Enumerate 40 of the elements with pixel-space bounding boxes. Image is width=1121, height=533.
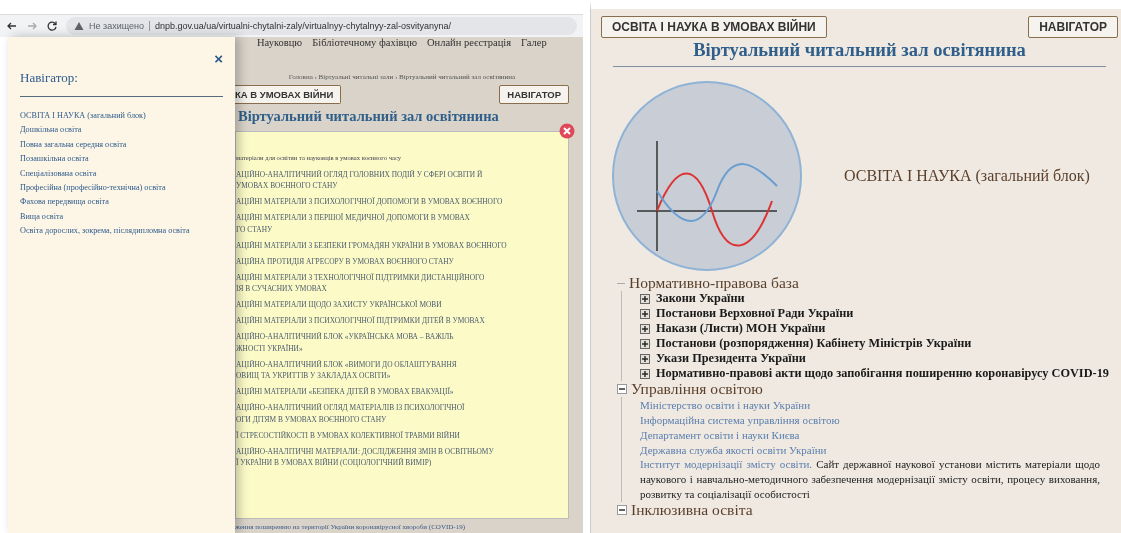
drawer-title: Навігатор:	[20, 70, 223, 97]
tree-group-label[interactable]: Управління освітою	[631, 380, 763, 398]
tree-item-label[interactable]: Постанови (розпорядження) Кабінету Міністрів України	[656, 336, 972, 351]
url-text: dnpb.gov.ua/ua/virtualni-chytalni-zaly/virtualnyy-chytalnyy-zal-osvityanyna/	[154, 21, 451, 31]
navigator-link[interactable]: Вища освіта	[20, 211, 223, 221]
navigator-button[interactable]: НАВІГАТОР	[1028, 16, 1118, 38]
navigator-link[interactable]: Спеціалізована освіта	[20, 168, 223, 178]
address-bar[interactable]: Не захищено dnpb.gov.ua/ua/virtualni-chytalni-zaly/virtualnyy-chytalnyy-zal-osvityanyna/	[66, 17, 577, 35]
menu-link[interactable]: Науковцю	[257, 37, 303, 51]
war-section-button[interactable]: ОСВІТА І НАУКА В УМОВАХ ВІЙНИ	[601, 16, 827, 38]
navigator-button[interactable]: НАВІГАТОР	[499, 85, 569, 104]
link-description: Інститут модернізації змісту освіти. Сайт державної наукової установи містить матеріали щодо наукового і навчально-методичного забезпечення модернізації змісту освіти, процесу виховання, розвитку та соціалізації особистості	[640, 457, 1101, 502]
section-heading: ОСВІТА І НАУКА (загальний блок)	[844, 167, 1090, 185]
tree-item-label[interactable]: Укази Президента України	[656, 351, 806, 366]
resource-link[interactable]: Департамент освіти і науки Києва	[640, 428, 800, 441]
tree-item-label[interactable]: Нормативно-правові акти щодо запобігання поширенню коронавірусу COVID-19	[656, 366, 1109, 381]
tree-item-label[interactable]: Закони України	[656, 291, 745, 306]
tree-item-label[interactable]: Накази (Листи) МОН України	[656, 321, 826, 336]
resource-link[interactable]: Міністерство освіти і науки України	[640, 398, 811, 411]
navigator-link[interactable]: Професійна (професійно-технічна) освіта	[20, 182, 223, 192]
resource-link[interactable]: Державна служба якості освіти України	[640, 443, 827, 456]
navigator-link[interactable]: ОСВІТА І НАУКА (загальний блок)	[20, 111, 223, 120]
menu-link[interactable]: Онлайн реєстрація	[427, 37, 512, 51]
menu-link[interactable]: Галер	[521, 37, 547, 51]
navigator-link[interactable]: Позашкільна освіта	[20, 154, 223, 164]
resource-link[interactable]: Інформаційна система управління освітою	[640, 413, 840, 426]
navigator-link[interactable]: Освіта дорослих, зокрема, післядипломна освіта	[20, 226, 223, 236]
page-title: Віртуальний читальний зал освітянина	[238, 108, 500, 125]
menu-link[interactable]: Бібліотечному фахівцю	[312, 37, 417, 51]
page-title: Віртуальний читальний зал освітянина	[613, 40, 1106, 67]
navigator-link[interactable]: Повна загальна середня освіта	[20, 139, 223, 149]
navigator-link[interactable]: Дошкільна освіта	[20, 125, 223, 135]
tree-group-label[interactable]: Інклюзивна освіта	[631, 501, 753, 519]
resource-link[interactable]: Інститут модернізації змісту освіти.	[640, 458, 813, 470]
close-button[interactable]: ×	[214, 51, 223, 66]
security-label: Не захищено	[89, 21, 144, 31]
tree-group-label[interactable]: Нормативно-правова база	[629, 274, 799, 292]
tree-item-label[interactable]: Постанови Верховної Ради України	[656, 306, 854, 321]
war-section-button[interactable]: КА В УМОВАХ ВІЙНИ	[235, 85, 342, 104]
navigator-link[interactable]: Фахова передвища освіта	[20, 197, 223, 207]
